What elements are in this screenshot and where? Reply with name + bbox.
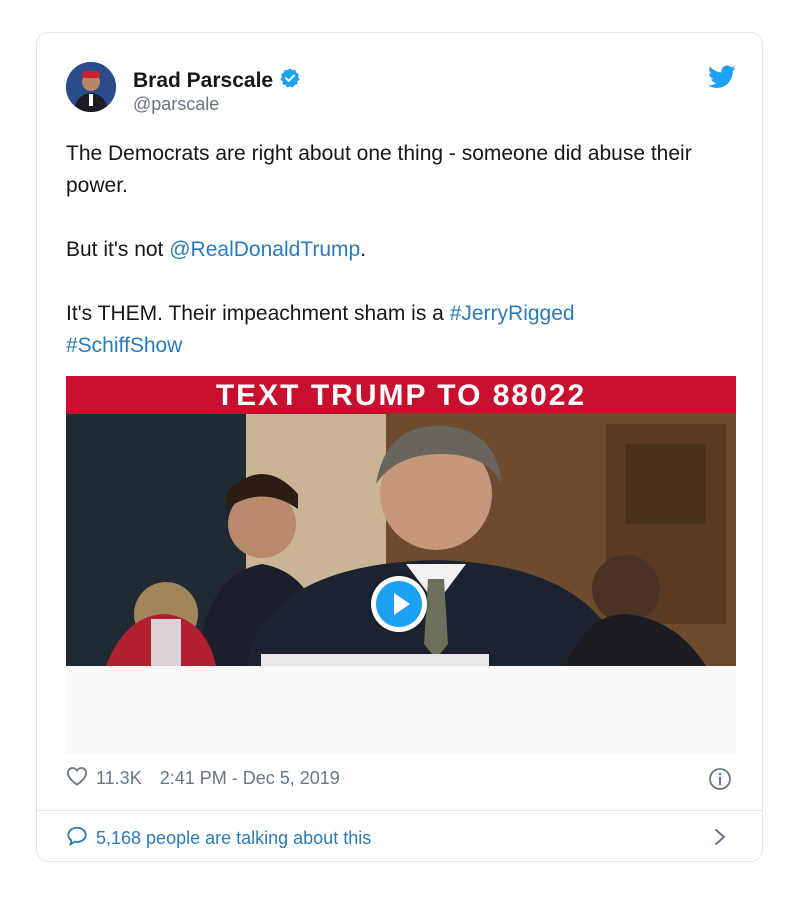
tweet-line-3: It's THEM. Their impeachment sham is a #… — [66, 298, 726, 362]
heart-icon[interactable] — [66, 766, 88, 791]
verified-icon — [279, 67, 301, 95]
video-thumbnail[interactable] — [66, 414, 736, 666]
tweet-card: Brad Parscale @parscale The Democrats ar… — [36, 32, 763, 862]
play-icon — [376, 581, 422, 627]
divider — [37, 810, 762, 811]
video-media[interactable]: TEXT TRUMP TO 88022 — [66, 376, 736, 666]
tweet-line-1: The Democrats are right about one thing … — [66, 142, 692, 197]
talking-count[interactable]: 5,168 people are talking about this — [96, 828, 371, 849]
video-banner: TEXT TRUMP TO 88022 — [66, 376, 736, 414]
avatar[interactable] — [66, 62, 116, 112]
play-button[interactable] — [371, 576, 427, 632]
chevron-right-icon[interactable] — [712, 825, 728, 849]
talking-link[interactable]: 5,168 people are talking about this — [66, 825, 371, 852]
author-handle[interactable]: @parscale — [133, 94, 219, 115]
media-footer — [66, 666, 736, 754]
info-icon[interactable] — [708, 767, 732, 791]
mention-link[interactable]: @RealDonaldTrump — [169, 238, 360, 261]
speech-bubble-icon — [66, 825, 88, 852]
author-name-row[interactable]: Brad Parscale — [133, 67, 301, 95]
tweet-line-2-prefix: But it's not — [66, 238, 170, 261]
author-name[interactable]: Brad Parscale — [133, 69, 273, 93]
timestamp[interactable]: 2:41 PM - Dec 5, 2019 — [160, 768, 340, 789]
tweet-line-3-text: It's THEM. Their impeachment sham is a — [66, 302, 450, 325]
hashtag-link-schiffshow[interactable]: #SchiffShow — [66, 334, 182, 357]
hashtag-link-jerryrigged[interactable]: #JerryRigged — [450, 302, 575, 325]
like-count[interactable]: 11.3K — [96, 768, 142, 789]
twitter-bird-icon[interactable] — [708, 65, 736, 89]
tweet-line-2-suffix: . — [360, 238, 367, 261]
tweet-line-2: But it's not @RealDonaldTrump. — [66, 234, 726, 266]
tweet-meta: 11.3K 2:41 PM - Dec 5, 2019 — [66, 766, 340, 791]
tweet-text: The Democrats are right about one thing … — [66, 138, 726, 394]
